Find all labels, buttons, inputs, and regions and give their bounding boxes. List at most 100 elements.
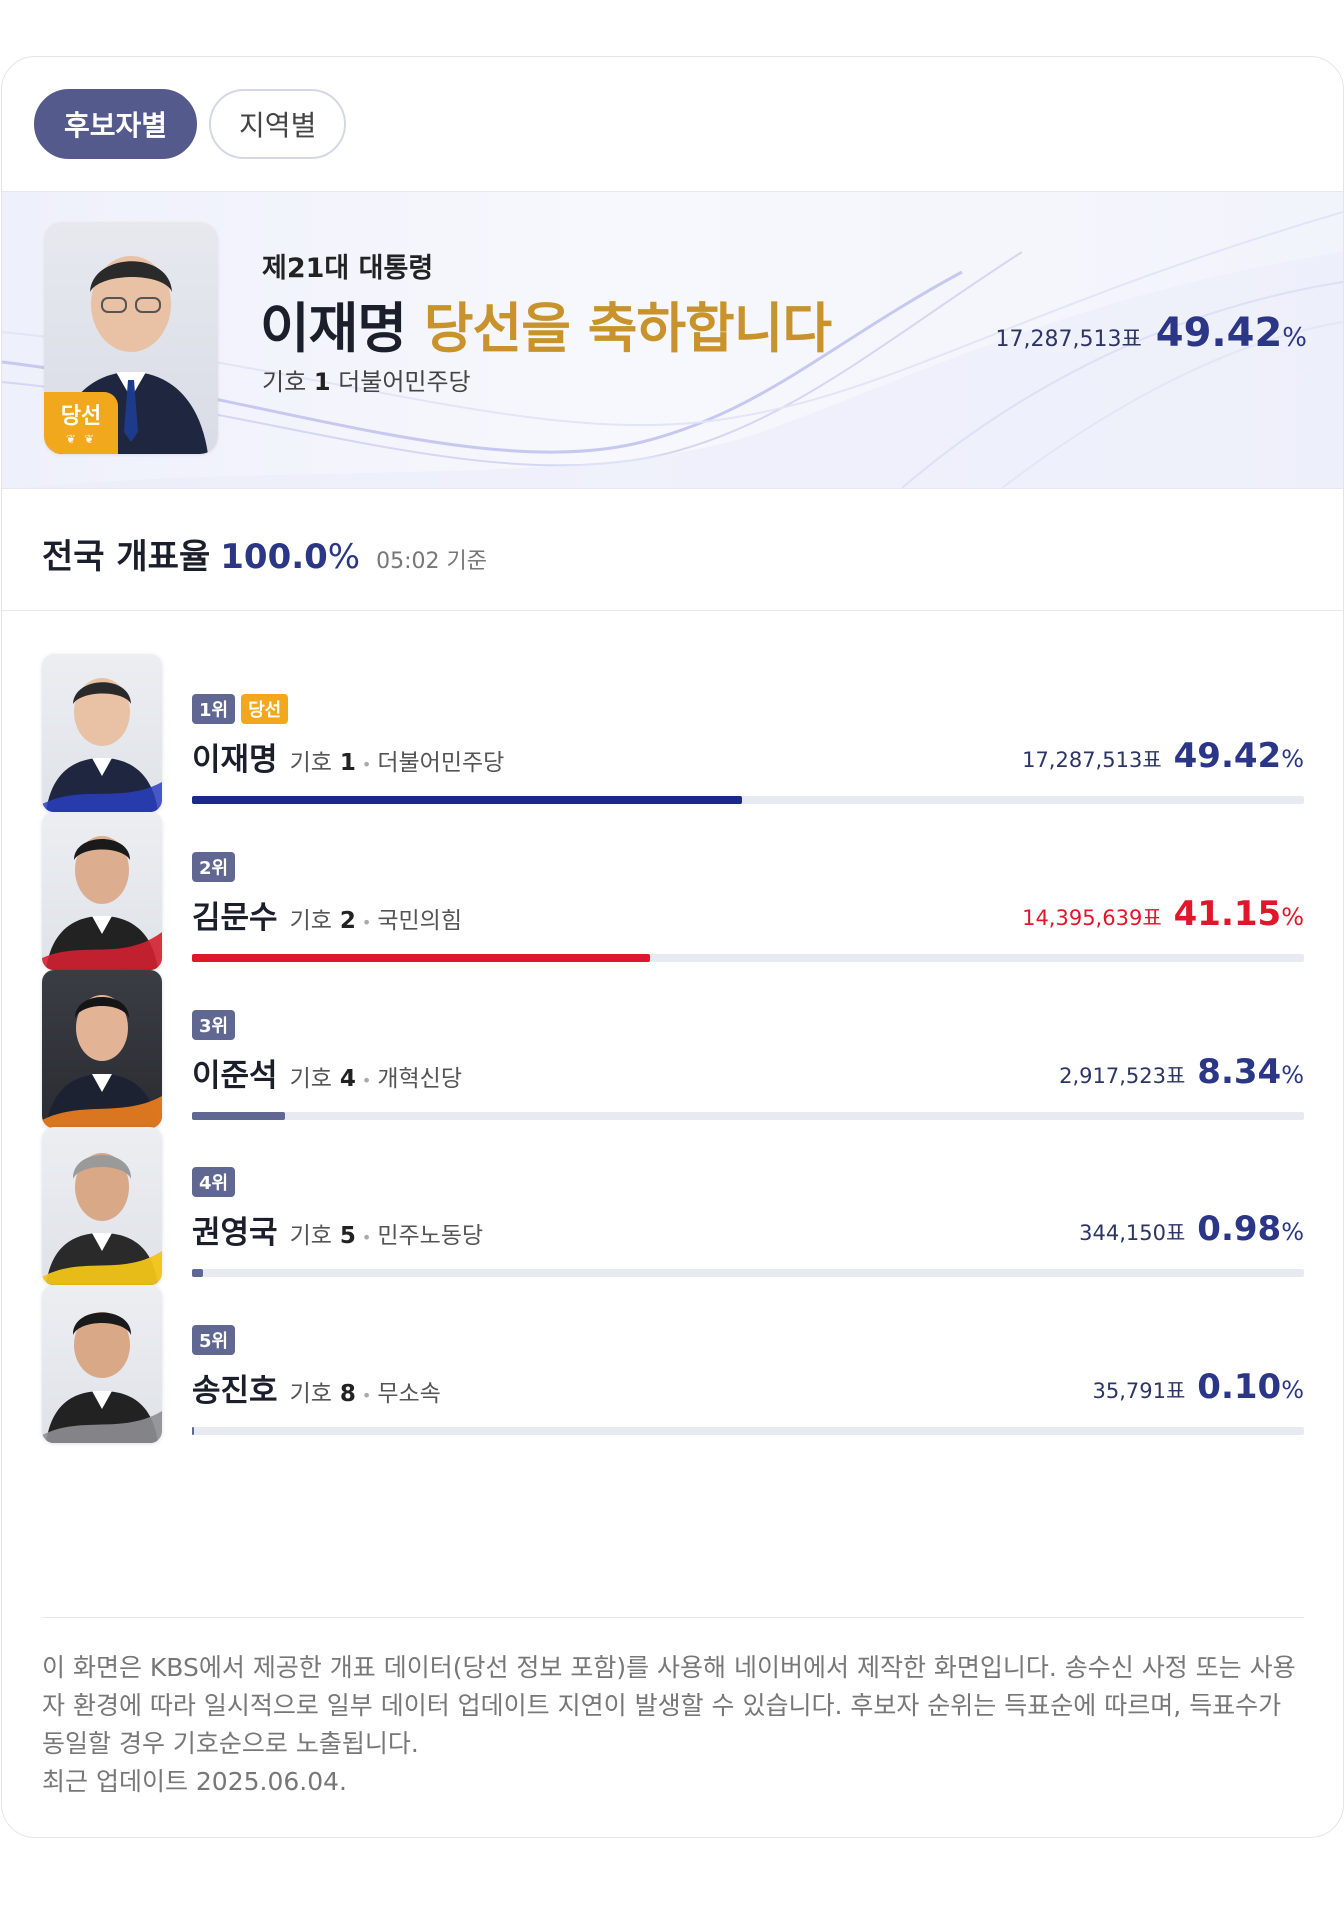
candidate-photo [42, 654, 162, 812]
vote-percent: 0.10% [1197, 1367, 1304, 1407]
symbol-label: 기호 [289, 1381, 332, 1407]
symbol-number: 2 [339, 908, 356, 934]
rank-badge: 3위 [192, 1010, 236, 1040]
person-portrait-icon [42, 995, 162, 1128]
percent-unit: % [1282, 323, 1307, 353]
vote-share-bar [192, 1427, 1304, 1435]
count-rate-label: 전국 개표율 [42, 537, 211, 577]
candidate-name: 권영국 [192, 1215, 278, 1251]
congrats-text: 당선을 축하합니다 [423, 297, 832, 360]
count-rate-value: 100.0% [220, 537, 360, 577]
vote-percent-value: 41.15 [1173, 894, 1282, 934]
party-name: 국민의힘 [377, 908, 462, 934]
count-rate-number: 100.0 [220, 537, 328, 577]
candidate-info: 권영국 기호 5 • 민주노동당 [192, 1207, 483, 1252]
separator-dot: • [361, 913, 372, 932]
footer-notice: 이 화면은 KBS에서 제공한 개표 데이터(당선 정보 포함)를 사용해 네이… [42, 1649, 1304, 1801]
vote-result: 35,791표 0.10% [1092, 1367, 1304, 1407]
percent-unit: % [1281, 903, 1304, 931]
candidate-badges: 4위 [192, 1167, 236, 1197]
candidate-row[interactable]: 5위 송진호 기호 8 • 무소속 35,791표 0.10% [42, 1285, 1304, 1445]
candidate-badges: 3위 [192, 1010, 236, 1040]
separator-dot: • [361, 1071, 372, 1090]
laurel-icon: ❦ ❦ [65, 432, 97, 446]
symbol-number: 1 [339, 750, 356, 776]
section-divider [2, 610, 1343, 611]
vote-share-fill [192, 1112, 285, 1120]
elected-badge: 당선 [241, 694, 289, 724]
last-updated: 최근 업데이트 2025.06.04. [42, 1767, 347, 1796]
count-rate: 전국 개표율 100.0% 05:02 기준 [42, 529, 487, 578]
separator-dot: • [361, 755, 372, 774]
symbol-number: 1 [313, 368, 331, 396]
percent-unit: % [327, 537, 361, 577]
election-title: 제21대 대통령 [262, 253, 434, 284]
rank-badge: 2위 [192, 852, 236, 882]
vote-count: 14,395,639표 [1022, 906, 1162, 930]
footer-divider [42, 1617, 1304, 1618]
candidate-info: 이재명 기호 1 • 더불어민주당 [192, 734, 504, 779]
candidate-photo [42, 1285, 162, 1443]
person-portrait-icon [42, 836, 162, 970]
symbol-label: 기호 [289, 1223, 332, 1249]
elected-badge-label: 당선 [60, 404, 102, 429]
rank-badge: 4위 [192, 1167, 236, 1197]
winner-headline: 이재명 당선을 축하합니다 [260, 284, 832, 363]
symbol-label: 기호 [289, 1066, 332, 1092]
vote-share-fill [192, 796, 742, 804]
candidate-row[interactable]: 3위 이준석 기호 4 • 개혁신당 2,917,523표 8.34% [42, 970, 1304, 1130]
winner-photo: 당선 ❦ ❦ [44, 222, 218, 454]
elected-badge: 당선 ❦ ❦ [44, 392, 118, 454]
candidate-name: 김문수 [192, 900, 278, 936]
vote-percent: 49.42% [1174, 736, 1304, 776]
tab-by-candidate[interactable]: 후보자별 [34, 89, 198, 159]
winner-votes: 17,287,513표 49.42% [996, 310, 1307, 356]
candidate-info: 송진호 기호 8 • 무소속 [192, 1365, 441, 1410]
vote-percent-value: 0.98 [1197, 1209, 1282, 1249]
candidate-row[interactable]: 4위 권영국 기호 5 • 민주노동당 344,150표 0.98% [42, 1127, 1304, 1287]
separator-dot: • [361, 1228, 372, 1247]
candidate-name: 이재명 [192, 742, 278, 778]
party-name: 무소속 [377, 1381, 441, 1407]
candidate-photo [42, 812, 162, 970]
vote-share-fill [192, 954, 650, 962]
tab-by-region[interactable]: 지역별 [209, 89, 347, 159]
view-tabs: 후보자별 지역별 [34, 89, 347, 159]
percent-unit: % [1281, 1218, 1304, 1246]
party-name: 개혁신당 [377, 1066, 462, 1092]
vote-result: 344,150표 0.98% [1079, 1209, 1304, 1249]
symbol-label: 기호 [262, 368, 307, 396]
vote-percent-value: 0.10 [1197, 1367, 1282, 1407]
vote-count: 17,287,513표 [1022, 748, 1162, 772]
symbol-number: 8 [339, 1381, 356, 1407]
vote-count: 2,917,523표 [1059, 1064, 1186, 1088]
winner-meta: 기호 1 더불어민주당 [262, 362, 471, 397]
vote-percent-value: 49.42 [1155, 310, 1283, 356]
person-portrait-icon [42, 1153, 162, 1285]
vote-percent: 0.98% [1197, 1209, 1304, 1249]
percent-unit: % [1281, 1061, 1304, 1089]
vote-result: 17,287,513표 49.42% [1022, 736, 1304, 776]
candidate-row[interactable]: 1위 당선 이재명 기호 1 • 더불어민주당 17,287,513표 49.4… [42, 654, 1304, 814]
person-portrait-icon [42, 1312, 162, 1443]
winner-name: 이재명 [260, 297, 407, 360]
candidate-name: 송진호 [192, 1373, 278, 1409]
data-source-notice: 이 화면은 KBS에서 제공한 개표 데이터(당선 정보 포함)를 사용해 네이… [42, 1653, 1296, 1758]
symbol-label: 기호 [289, 908, 332, 934]
vote-share-fill [192, 1269, 203, 1277]
rank-badge: 5위 [192, 1325, 236, 1355]
person-portrait-icon [42, 678, 162, 812]
percent-unit: % [1281, 745, 1304, 773]
vote-count: 344,150표 [1079, 1221, 1186, 1245]
candidate-badges: 5위 [192, 1325, 236, 1355]
vote-percent-value: 8.34 [1197, 1052, 1282, 1092]
candidate-badges: 2위 [192, 852, 236, 882]
party-name: 더불어민주당 [377, 750, 505, 776]
vote-share-bar [192, 1112, 1304, 1120]
separator-dot: • [361, 1386, 372, 1405]
party-name: 민주노동당 [377, 1223, 484, 1249]
candidate-row[interactable]: 2위 김문수 기호 2 • 국민의힘 14,395,639표 41.15% [42, 812, 1304, 972]
vote-count: 35,791표 [1092, 1379, 1186, 1403]
candidate-photo [42, 1127, 162, 1285]
vote-count: 17,287,513표 [995, 327, 1142, 352]
